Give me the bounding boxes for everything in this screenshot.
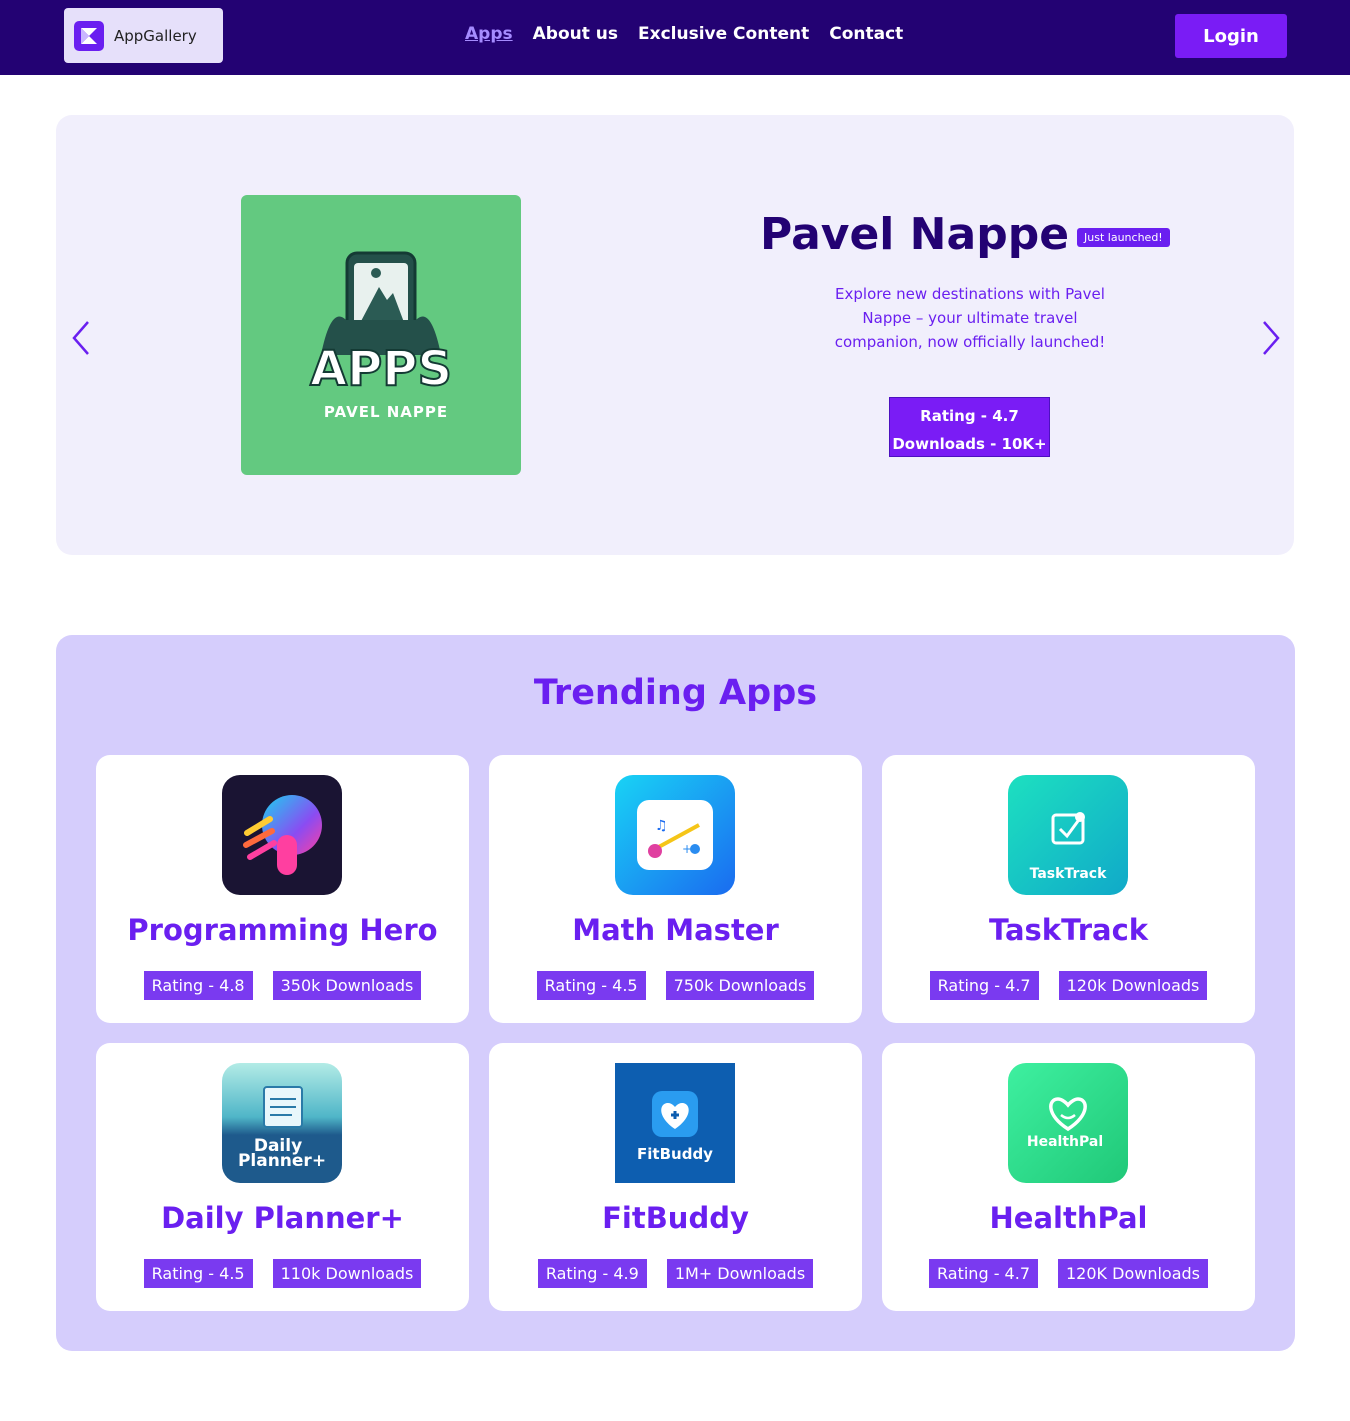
fitbuddy-icon: FitBuddy: [615, 1063, 735, 1183]
programming-hero-icon: [222, 775, 342, 895]
trending-apps-section: Trending Apps Programming Hero Rating - …: [56, 635, 1295, 1351]
svg-text:FitBuddy: FitBuddy: [637, 1145, 713, 1163]
app-card[interactable]: TaskTrack TaskTrack Rating - 4.7 120k Do…: [882, 755, 1255, 1023]
downloads-badge: 110k Downloads: [272, 1259, 422, 1288]
app-name: Math Master: [572, 913, 779, 947]
healthpal-icon: HealthPal: [1008, 1063, 1128, 1183]
section-title: Trending Apps: [533, 673, 818, 713]
app-name: Daily Planner+: [161, 1201, 404, 1235]
app-card[interactable]: ♫ + Math Master Rating - 4.5 750k Downlo…: [489, 755, 862, 1023]
rating-badge: Rating - 4.9: [537, 1259, 647, 1288]
app-gallery-logo[interactable]: AppGallery: [64, 8, 223, 63]
logo-icon: [74, 20, 104, 51]
daily-planner-icon: Daily Planner+: [222, 1063, 342, 1183]
app-card[interactable]: Daily Planner+ Daily Planner+ Rating - 4…: [96, 1043, 469, 1311]
app-stats: Rating - 4.5 110k Downloads: [96, 1259, 469, 1288]
featured-app-stats: Rating - 4.7 Downloads - 10K+: [889, 397, 1050, 457]
featured-app-title: Pavel Nappe: [760, 209, 1070, 260]
featured-downloads: Downloads - 10K+: [892, 435, 1047, 453]
svg-text:♫: ♫: [655, 818, 668, 834]
login-button[interactable]: Login: [1175, 14, 1287, 58]
app-card[interactable]: Programming Hero Rating - 4.8 350k Downl…: [96, 755, 469, 1023]
app-name: TaskTrack: [988, 913, 1149, 947]
app-card[interactable]: HealthPal HealthPal Rating - 4.7 120K Do…: [882, 1043, 1255, 1311]
rating-badge: Rating - 4.5: [143, 1259, 253, 1288]
downloads-badge: 120K Downloads: [1058, 1259, 1208, 1288]
nav-item-contact[interactable]: Contact: [829, 24, 903, 44]
rating-badge: Rating - 4.7: [929, 1259, 1038, 1288]
app-name: FitBuddy: [602, 1201, 749, 1235]
app-card[interactable]: FitBuddy FitBuddy Rating - 4.9 1M+ Downl…: [489, 1043, 862, 1311]
just-launched-badge: Just launched!: [1077, 228, 1170, 247]
featured-rating: Rating - 4.7: [920, 407, 1019, 425]
downloads-badge: 1M+ Downloads: [666, 1259, 814, 1288]
rating-badge: Rating - 4.5: [536, 971, 646, 1000]
main-menu: Apps About us Exclusive Content Contact: [465, 24, 903, 44]
featured-carousel: APPS PAVEL NAPPE Pavel Nappe Just launch…: [56, 115, 1294, 555]
nav-item-about-us[interactable]: About us: [533, 24, 618, 44]
app-stats: Rating - 4.7 120K Downloads: [882, 1259, 1255, 1288]
carousel-next-icon[interactable]: [1260, 319, 1282, 357]
svg-text:+: +: [682, 842, 692, 856]
app-name: Programming Hero: [127, 913, 438, 947]
top-navbar: AppGallery Apps About us Exclusive Conte…: [0, 0, 1350, 75]
app-name: HealthPal: [989, 1201, 1148, 1235]
app-stats: Rating - 4.8 350k Downloads: [96, 971, 469, 1000]
rating-badge: Rating - 4.7: [929, 971, 1039, 1000]
app-stats: Rating - 4.9 1M+ Downloads: [489, 1259, 862, 1288]
svg-text:APPS: APPS: [310, 341, 452, 397]
downloads-badge: 350k Downloads: [272, 971, 422, 1000]
nav-item-exclusive-content[interactable]: Exclusive Content: [638, 24, 809, 44]
math-master-icon: ♫ +: [615, 775, 735, 895]
app-stats: Rating - 4.7 120k Downloads: [882, 971, 1255, 1000]
downloads-badge: 750k Downloads: [665, 971, 815, 1000]
featured-app-image: APPS PAVEL NAPPE: [241, 195, 521, 475]
logo-text: AppGallery: [114, 26, 197, 45]
downloads-badge: 120k Downloads: [1058, 971, 1208, 1000]
rating-badge: Rating - 4.8: [143, 971, 253, 1000]
tasktrack-icon: TaskTrack: [1008, 775, 1128, 895]
svg-text:PAVEL NAPPE: PAVEL NAPPE: [324, 403, 448, 421]
svg-text:TaskTrack: TaskTrack: [1030, 866, 1107, 882]
carousel-prev-icon[interactable]: [70, 319, 92, 357]
nav-item-apps[interactable]: Apps: [465, 24, 513, 44]
svg-text:Planner+: Planner+: [238, 1151, 326, 1171]
svg-text:HealthPal: HealthPal: [1027, 1134, 1103, 1150]
featured-title-row: Pavel Nappe Just launched!: [760, 209, 1170, 260]
featured-app-description: Explore new destinations with Pavel Napp…: [834, 285, 1106, 351]
app-stats: Rating - 4.5 750k Downloads: [489, 971, 862, 1000]
